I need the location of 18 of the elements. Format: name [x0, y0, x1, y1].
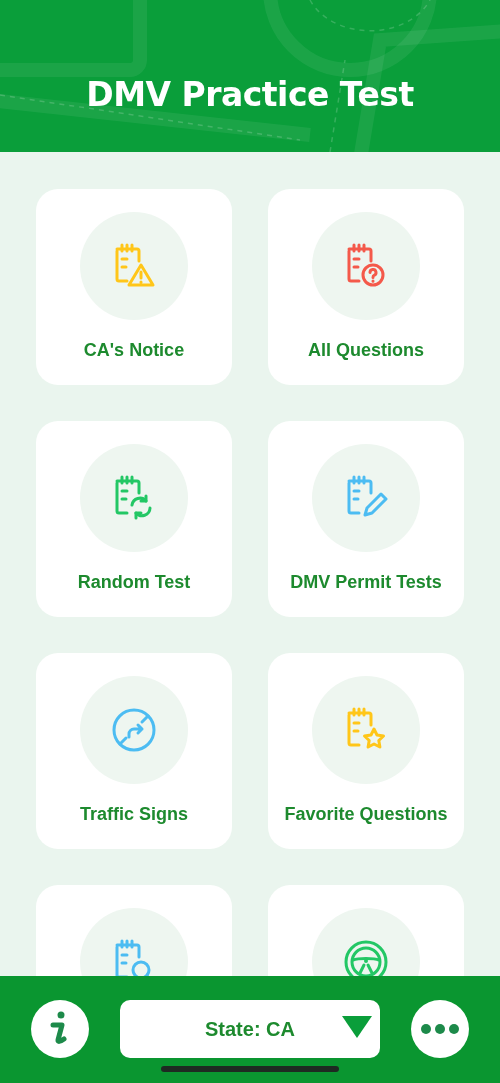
more-button[interactable]: [411, 1000, 469, 1058]
app-title: DMV Practice Test: [86, 75, 414, 114]
card-label: All Questions: [308, 340, 424, 361]
card-label: Favorite Questions: [284, 804, 448, 825]
menu-card[interactable]: All Questions: [268, 189, 464, 385]
dropdown-caret-icon: [342, 1016, 372, 1038]
info-button[interactable]: [31, 1000, 89, 1058]
menu-card[interactable]: Favorite Questions: [268, 653, 464, 849]
menu-card[interactable]: CA's Notice: [36, 189, 232, 385]
more-icon: [421, 1024, 459, 1034]
card-label: Random Test: [77, 572, 191, 593]
menu-card[interactable]: Random Test: [36, 421, 232, 617]
menu-card[interactable]: DMV Permit Tests: [268, 421, 464, 617]
state-select[interactable]: State: CA: [120, 1000, 380, 1058]
card-label: CA's Notice: [83, 340, 185, 361]
card-label: DMV Permit Tests: [290, 572, 442, 593]
menu-card[interactable]: Traffic Signs: [36, 653, 232, 849]
card-label: Traffic Signs: [80, 804, 188, 825]
